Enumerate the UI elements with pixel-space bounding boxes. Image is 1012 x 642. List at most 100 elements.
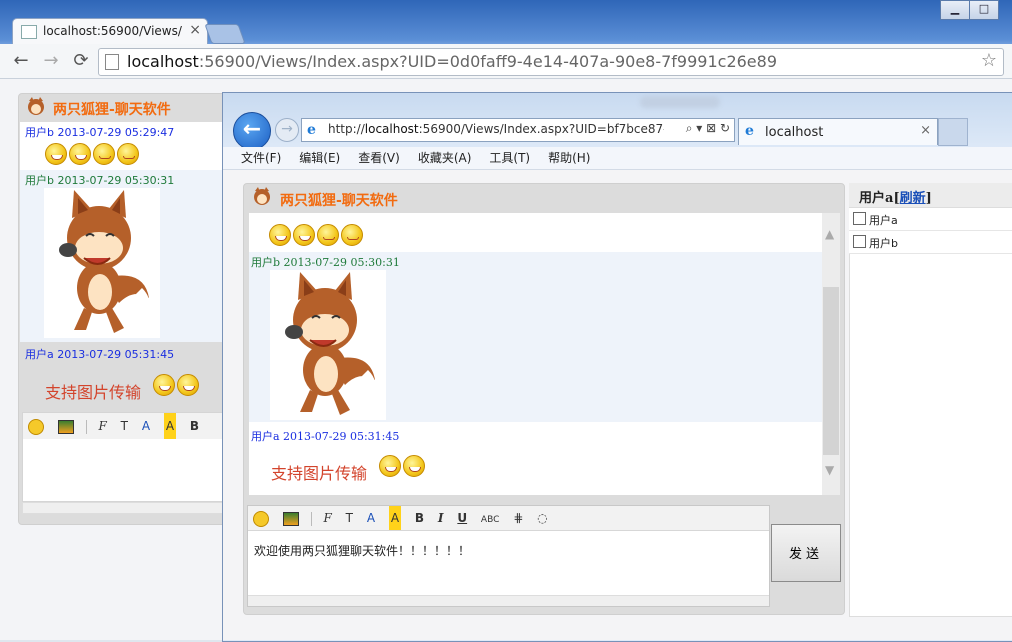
message-text: 支持图片传输 [271,464,368,483]
menu-help[interactable]: 帮助(H) [548,147,590,169]
clipped-header [249,213,399,217]
insert-image-icon[interactable] [57,419,74,434]
font-size-icon[interactable]: T [121,413,128,439]
highlight-icon[interactable]: A [163,413,177,439]
message-header: 用户b 2013-07-29 05:30:31 [25,174,175,187]
fox-logo-icon [254,187,270,205]
scroll-up-icon[interactable]: ▲ [825,227,834,241]
message-header: 用户b 2013-07-29 05:29:47 [25,126,175,139]
minimize-button[interactable]: ▁ [940,0,970,20]
refresh-link[interactable]: 刷新 [900,191,926,206]
scroll-thumb[interactable] [823,287,839,455]
user-list-title: 用户a[刷新] [859,191,932,206]
send-button[interactable]: 发送 [771,524,841,582]
grin-emoji-icon [269,224,291,246]
menu-file[interactable]: 文件(F) [241,147,281,169]
chrome-tab[interactable]: localhost:56900/Views/I × [12,18,208,45]
smile-emoji-icon [341,224,363,246]
underline-icon[interactable]: U [457,506,467,530]
menu-bar: 文件(F) 编辑(E) 查看(V) 收藏夹(A) 工具(T) 帮助(H) [223,147,1012,170]
emoji-picker-icon[interactable] [28,418,44,435]
ie-logo-icon: e [745,123,754,139]
eraser-icon[interactable]: ◌ [537,506,547,530]
menu-tools[interactable]: 工具(T) [489,147,530,169]
ie-logo-icon: e [307,122,316,138]
chrome-tab-title: localhost:56900/Views/I [43,24,183,38]
fox-image [44,188,160,338]
smile-emoji-icon [117,143,139,165]
message-scrollbar[interactable]: ▲ ▼ [822,213,840,495]
editor-toolbar: F T A A B [22,412,230,440]
italic-icon[interactable]: I [438,506,444,530]
emoji-picker-icon[interactable] [253,510,269,527]
ie-tab-title: localhost [765,125,824,140]
address-url: localhost:56900/Views/Index.aspx?UID=0d0… [127,52,777,71]
message-editor[interactable]: F T A A B I U ABC ⋕ ◌ 欢迎使用两只狐狸聊天软件！！！！！！ [247,505,770,607]
page-icon [21,25,37,39]
font-family-icon[interactable]: F [323,506,331,530]
reload-icon[interactable]: ⟳ [70,50,92,72]
back-arrow-icon[interactable]: ← [10,50,32,72]
chat-title: 两只狐狸-聊天软件 [280,193,398,209]
toolbar-divider [310,511,312,526]
maximize-button[interactable]: □ [969,0,999,20]
page-icon [105,54,119,70]
forward-arrow-icon[interactable]: → [40,50,62,72]
chat-title: 两只狐狸-聊天软件 [53,102,171,118]
input-scrollbar[interactable] [248,595,769,606]
new-tab-button[interactable] [938,118,968,146]
close-tab-icon[interactable]: × [920,123,931,138]
bold-icon[interactable]: B [415,506,424,530]
menu-favorites[interactable]: 收藏夹(A) [418,147,472,169]
smile-emoji-icon [93,143,115,165]
new-tab-button[interactable] [204,24,246,44]
ie-address-bar[interactable]: e http://localhost:56900/Views/Index.asp… [301,118,735,142]
font-size-icon[interactable]: T [346,506,353,530]
close-tab-icon[interactable]: × [189,22,201,38]
font-color-icon[interactable]: A [142,413,150,439]
insert-image-icon[interactable] [282,511,299,526]
user-list-item[interactable]: 用户b [849,231,1012,254]
bold-icon[interactable]: B [190,413,199,439]
forward-arrow-icon[interactable]: → [275,118,299,142]
fox-logo-icon [28,97,44,115]
grin-emoji-icon [293,224,315,246]
address-tools[interactable]: ⌕ ▾ ⊠ ↻ [686,121,730,136]
back-arrow-icon[interactable]: ← [233,112,271,150]
scroll-down-icon[interactable]: ▼ [825,463,834,477]
user-name: 用户b [869,237,898,250]
grin-emoji-icon [69,143,91,165]
font-family-icon[interactable]: F [98,413,106,439]
message-header: 用户a 2013-07-29 05:31:45 [251,430,400,443]
font-color-icon[interactable]: A [367,506,375,530]
message-header: 用户a 2013-07-29 05:31:45 [25,348,175,361]
ie-tab[interactable]: e localhost × [738,118,938,145]
address-bar[interactable]: localhost:56900/Views/Index.aspx?UID=0d0… [98,48,1004,76]
toolbar-divider [85,419,87,434]
user-checkbox[interactable] [853,235,866,248]
editor-toolbar: F T A A B I U ABC ⋕ ◌ [248,506,769,531]
grin-emoji-icon [45,143,67,165]
grin-emoji-icon [153,374,175,396]
emoji-group [45,143,141,165]
menu-view[interactable]: 查看(V) [358,147,400,169]
user-list-item[interactable]: 用户a [849,208,1012,231]
message-input[interactable] [22,439,230,502]
user-checkbox[interactable] [853,212,866,225]
user-name: 用户a [869,214,898,227]
window-title-blurred [640,96,720,108]
strikethrough-icon[interactable]: ABC [481,508,499,532]
menu-edit[interactable]: 编辑(E) [299,147,340,169]
ie-address-url: http://localhost:56900/Views/Index.aspx?… [328,122,664,136]
emoji-group [153,374,201,396]
input-scrollbar[interactable] [22,502,230,514]
insert-table-icon[interactable]: ⋕ [513,506,523,530]
message-header: 用户b 2013-07-29 05:30:31 [251,256,400,269]
highlight-icon[interactable]: A [388,506,402,530]
grin-emoji-icon [379,455,401,477]
grin-emoji-icon [177,374,199,396]
user-list-header: 用户a[刷新] [849,183,1012,208]
bookmark-star-icon[interactable]: ☆ [981,50,997,71]
emoji-group [269,224,365,246]
message-text: 支持图片传输 [45,383,142,402]
